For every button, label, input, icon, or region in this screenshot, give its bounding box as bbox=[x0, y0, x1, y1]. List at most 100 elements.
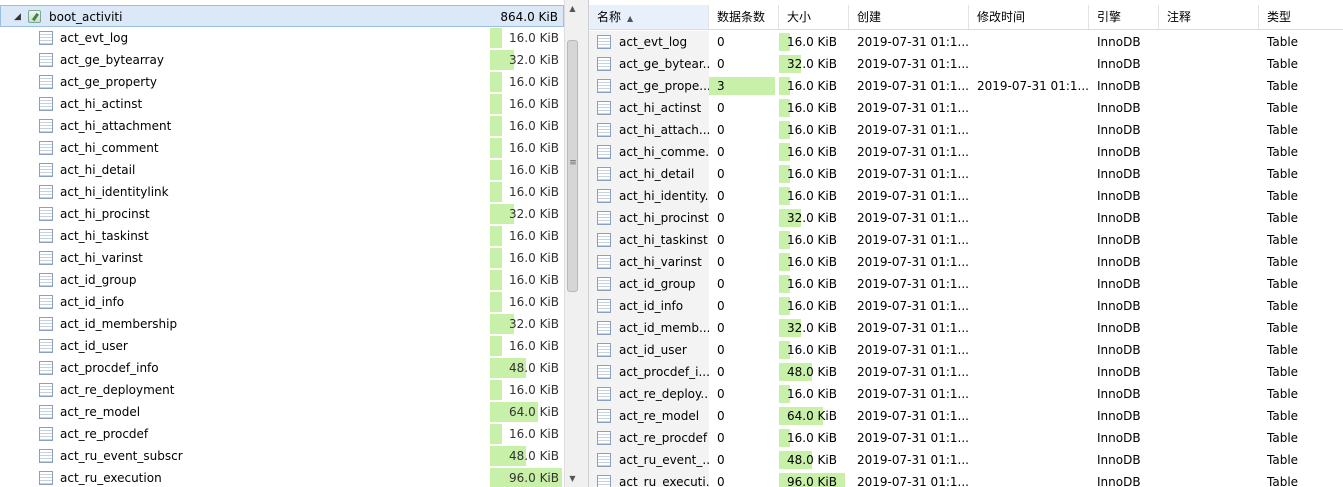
table-row[interactable]: act_ge_bytear... 0 32.0 KiB 2019-07-31 01:1… bbox=[589, 53, 1343, 75]
cell-text: act_ru_event_... bbox=[619, 453, 709, 467]
column-header-label: 注释 bbox=[1167, 10, 1192, 24]
column-header-modified[interactable]: 修改时间 bbox=[969, 5, 1089, 29]
table-row[interactable]: act_hi_actinst 0 16.0 KiB 2019-07-31 01:1..… bbox=[589, 97, 1343, 119]
cell-name: act_id_info bbox=[589, 295, 709, 317]
cell-type: Table bbox=[1259, 317, 1343, 339]
cell-created: 2019-07-31 01:1... bbox=[849, 317, 969, 339]
cell-engine: InnoDB bbox=[1089, 119, 1159, 141]
table-row[interactable]: act_re_model 0 64.0 KiB 2019-07-31 01:1... I… bbox=[589, 405, 1343, 427]
cell-engine: InnoDB bbox=[1089, 295, 1159, 317]
tree-item[interactable]: act_ge_property 16.0 KiB bbox=[0, 71, 564, 93]
table-row[interactable]: act_re_procdef 0 16.0 KiB 2019-07-31 01:1..… bbox=[589, 427, 1343, 449]
column-header-rows[interactable]: 数据条数 bbox=[709, 5, 779, 29]
cell-text: InnoDB bbox=[1097, 79, 1141, 93]
tree-scrollbar[interactable]: ▲ ≡ ▼ bbox=[564, 0, 580, 487]
cell-size: 16.0 KiB bbox=[779, 119, 849, 141]
column-header-size[interactable]: 大小 bbox=[779, 5, 849, 29]
table-row[interactable]: act_id_memb... 0 32.0 KiB 2019-07-31 01:1..… bbox=[589, 317, 1343, 339]
size-bar bbox=[490, 160, 502, 180]
column-header-created[interactable]: 创建 bbox=[849, 5, 969, 29]
table-row[interactable]: act_hi_procinst 0 32.0 KiB 2019-07-31 01:1.… bbox=[589, 207, 1343, 229]
cell-comment bbox=[1159, 75, 1259, 97]
cell-engine: InnoDB bbox=[1089, 361, 1159, 383]
cell-name: act_re_model bbox=[589, 405, 709, 427]
tree-item[interactable]: act_id_user 16.0 KiB bbox=[0, 335, 564, 357]
tree-item[interactable]: act_hi_attachment 16.0 KiB bbox=[0, 115, 564, 137]
table-icon bbox=[39, 141, 53, 155]
table-row[interactable]: act_id_group 0 16.0 KiB 2019-07-31 01:1... I… bbox=[589, 273, 1343, 295]
tree-root-database[interactable]: ◢ boot_activiti 864.0 KiB bbox=[0, 5, 564, 27]
tree-item[interactable]: act_re_deployment 16.0 KiB bbox=[0, 379, 564, 401]
table-row[interactable]: act_ge_prope... 3 16.0 KiB 2019-07-31 01:1.… bbox=[589, 75, 1343, 97]
table-row[interactable]: act_hi_identity... 0 16.0 KiB 2019-07-31 01… bbox=[589, 185, 1343, 207]
cell-text: 16.0 KiB bbox=[787, 277, 837, 291]
cell-modified bbox=[969, 141, 1089, 163]
table-row[interactable]: act_hi_comme... 0 16.0 KiB 2019-07-31 01:1.… bbox=[589, 141, 1343, 163]
tree-item[interactable]: act_ru_event_subscr 48.0 KiB bbox=[0, 445, 564, 467]
tree-item-name: act_id_info bbox=[60, 295, 125, 309]
tree-item-name: act_hi_actinst bbox=[60, 97, 143, 111]
table-row[interactable]: act_re_deploy... 0 16.0 KiB 2019-07-31 01:1… bbox=[589, 383, 1343, 405]
column-header-type[interactable]: 类型 bbox=[1259, 5, 1343, 29]
tree-item[interactable]: act_procdef_info 48.0 KiB bbox=[0, 357, 564, 379]
tree-item-name: act_hi_taskinst bbox=[60, 229, 149, 243]
tree-item-size: 16.0 KiB bbox=[509, 383, 559, 397]
scroll-up-arrow-icon[interactable]: ▲ bbox=[565, 0, 580, 17]
table-row[interactable]: act_procdef_i... 0 48.0 KiB 2019-07-31 01:1… bbox=[589, 361, 1343, 383]
table-icon bbox=[597, 123, 611, 137]
table-row[interactable]: act_hi_attach... 0 16.0 KiB 2019-07-31 01:1… bbox=[589, 119, 1343, 141]
tree-item[interactable]: act_evt_log 16.0 KiB bbox=[0, 27, 564, 49]
table-icon bbox=[597, 35, 611, 49]
tree-item[interactable]: act_id_info 16.0 KiB bbox=[0, 291, 564, 313]
table-row[interactable]: act_evt_log 0 16.0 KiB 2019-07-31 01:1... In… bbox=[589, 31, 1343, 53]
tree-item[interactable]: act_id_group 16.0 KiB bbox=[0, 269, 564, 291]
tree-item[interactable]: act_hi_procinst 32.0 KiB bbox=[0, 203, 564, 225]
column-header-name[interactable]: 名称 ▲ bbox=[589, 5, 709, 29]
cell-size: 16.0 KiB bbox=[779, 163, 849, 185]
tree-item[interactable]: act_hi_varinst 16.0 KiB bbox=[0, 247, 564, 269]
tree-item[interactable]: act_hi_actinst 16.0 KiB bbox=[0, 93, 564, 115]
cell-modified bbox=[969, 119, 1089, 141]
column-header-comment[interactable]: 注释 bbox=[1159, 5, 1259, 29]
tree-item[interactable]: act_id_membership 32.0 KiB bbox=[0, 313, 564, 335]
cell-text: Table bbox=[1267, 35, 1299, 49]
tree-item[interactable]: act_hi_detail 16.0 KiB bbox=[0, 159, 564, 181]
size-bar bbox=[490, 270, 502, 290]
table-row[interactable]: act_hi_detail 0 16.0 KiB 2019-07-31 01:1...… bbox=[589, 163, 1343, 185]
pane-splitter[interactable] bbox=[580, 0, 588, 487]
cell-text: 0 bbox=[717, 101, 725, 115]
cell-text: Table bbox=[1267, 387, 1299, 401]
cell-text: InnoDB bbox=[1097, 431, 1141, 445]
tree-item[interactable]: act_ge_bytearray 32.0 KiB bbox=[0, 49, 564, 71]
cell-text: 32.0 KiB bbox=[787, 321, 837, 335]
object-tree-pane[interactable]: ◢ boot_activiti 864.0 KiB act_evt_log 16.… bbox=[0, 0, 564, 487]
table-row[interactable]: act_id_info 0 16.0 KiB 2019-07-31 01:1... In… bbox=[589, 295, 1343, 317]
tree-item[interactable]: act_hi_taskinst 16.0 KiB bbox=[0, 225, 564, 247]
object-grid-pane[interactable]: 名称 ▲ 数据条数 大小 创建 修改时间 引擎 注释 类型 act_evt_log 0 16.0 K… bbox=[588, 0, 1343, 487]
cell-text: act_hi_attach... bbox=[619, 123, 709, 137]
table-icon bbox=[39, 229, 53, 243]
table-icon bbox=[39, 207, 53, 221]
cell-text: 0 bbox=[717, 255, 725, 269]
collapse-arrow-icon[interactable]: ◢ bbox=[14, 6, 21, 28]
tree-item[interactable]: act_re_procdef 16.0 KiB bbox=[0, 423, 564, 445]
table-row[interactable]: act_id_user 0 16.0 KiB 2019-07-31 01:1... In… bbox=[589, 339, 1343, 361]
table-row[interactable]: act_hi_taskinst 0 16.0 KiB 2019-07-31 01:1.… bbox=[589, 229, 1343, 251]
cell-text: 0 bbox=[717, 343, 725, 357]
cell-text: InnoDB bbox=[1097, 145, 1141, 159]
scroll-down-arrow-icon[interactable]: ▼ bbox=[565, 470, 580, 487]
cell-modified bbox=[969, 251, 1089, 273]
table-row[interactable]: act_hi_varinst 0 16.0 KiB 2019-07-31 01:1..… bbox=[589, 251, 1343, 273]
column-header-engine[interactable]: 引擎 bbox=[1089, 5, 1159, 29]
tree-item[interactable]: act_hi_comment 16.0 KiB bbox=[0, 137, 564, 159]
table-row[interactable]: act_ru_event_... 0 48.0 KiB 2019-07-31 01:1… bbox=[589, 449, 1343, 471]
tree-item[interactable]: act_re_model 64.0 KiB bbox=[0, 401, 564, 423]
tree-item-size: 16.0 KiB bbox=[509, 31, 559, 45]
cell-engine: InnoDB bbox=[1089, 185, 1159, 207]
cell-rows: 0 bbox=[709, 31, 779, 53]
tree-item[interactable]: act_ru_execution 96.0 KiB bbox=[0, 467, 564, 487]
tree-item[interactable]: act_hi_identitylink 16.0 KiB bbox=[0, 181, 564, 203]
table-row[interactable]: act_ru_executi... 0 96.0 KiB 2019-07-31 01:… bbox=[589, 471, 1343, 487]
cell-text: 16.0 KiB bbox=[787, 35, 837, 49]
tree-item-name: act_evt_log bbox=[60, 31, 129, 45]
